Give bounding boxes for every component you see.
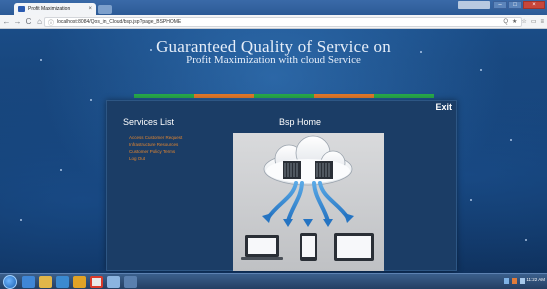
app2-icon[interactable]	[107, 276, 120, 288]
star-icon[interactable]: ☆	[521, 18, 526, 26]
zoom-icon[interactable]: Q	[503, 18, 508, 26]
content-panel: Exit Services List Access Customer Reque…	[106, 100, 457, 271]
menu-icon[interactable]: ≡	[540, 18, 544, 26]
menu-item-infrastructure-resources[interactable]: Infrastructure Resources	[129, 141, 182, 148]
divider-segment	[194, 94, 254, 98]
exit-link[interactable]: Exit	[435, 102, 452, 112]
tab-title: Profit Maximization	[28, 6, 71, 12]
divider-segment	[254, 94, 314, 98]
tab-close-icon[interactable]: ×	[88, 6, 92, 12]
maximize-button[interactable]: □	[508, 1, 522, 9]
alert-icon[interactable]	[512, 278, 517, 284]
sparkle	[470, 199, 472, 201]
services-menu: Access Customer Request Infrastructure R…	[129, 134, 182, 162]
favicon-icon	[18, 6, 25, 12]
back-icon[interactable]: ←	[2, 17, 11, 26]
sparkle	[525, 239, 527, 241]
browser-tab-bar: Profit Maximization × – □ ×	[0, 0, 547, 15]
page-background: Guaranteed Quality of Service on Profit …	[0, 29, 547, 273]
windows-taskbar: 11:22 AM	[0, 273, 547, 289]
extension-icon[interactable]: ▭	[531, 18, 537, 26]
services-list-heading: Services List	[123, 117, 175, 127]
system-tray	[504, 278, 525, 284]
sparkle	[60, 169, 62, 171]
color-divider	[134, 94, 434, 98]
toolbar-right-icons: Q ★ ☆ ▭ ≡	[503, 18, 544, 26]
cloud-computing-illustration	[233, 133, 384, 271]
browser-toolbar: ← → C ⌂ ⓘ localhost:8084/Qos_in_Cloud/bs…	[0, 15, 547, 29]
window-icon[interactable]	[124, 276, 137, 288]
window-controls: – □ ×	[458, 1, 545, 9]
sparkle	[20, 219, 22, 221]
divider-segment	[314, 94, 374, 98]
url-text[interactable]: localhost:8084/Qos_in_Cloud/bsp.jsp?page…	[57, 19, 181, 25]
new-tab-button[interactable]	[98, 5, 112, 14]
browser-tab[interactable]: Profit Maximization ×	[14, 3, 96, 15]
page-subtitle: Profit Maximization with cloud Service	[186, 54, 361, 66]
app-icon[interactable]	[73, 276, 86, 288]
sparkle	[480, 69, 482, 71]
menu-item-customer-policy-terms[interactable]: Customer Policy Terms	[129, 148, 182, 155]
profile-button[interactable]	[458, 1, 490, 9]
cloud-icon	[263, 135, 353, 186]
info-icon[interactable]: ⓘ	[48, 18, 54, 27]
divider-segment	[134, 94, 194, 98]
forward-icon[interactable]: →	[13, 17, 22, 26]
minimize-button[interactable]: –	[493, 1, 507, 9]
laptop-icon	[241, 235, 283, 260]
phone-icon	[300, 233, 317, 261]
network-arrows-icon	[266, 181, 350, 223]
menu-item-access-customer-request[interactable]: Access Customer Request	[129, 134, 182, 141]
close-window-button[interactable]: ×	[523, 1, 545, 9]
network-icon[interactable]	[504, 278, 509, 284]
media-icon[interactable]	[56, 276, 69, 288]
sparkle	[510, 139, 512, 141]
ie-icon[interactable]	[22, 276, 35, 288]
taskbar-clock[interactable]: 11:22 AM	[526, 277, 545, 282]
clock-time: 11:22 AM	[526, 277, 545, 282]
home-heading: Bsp Home	[279, 117, 322, 127]
menu-item-log-out[interactable]: Log Out	[129, 155, 182, 162]
reload-icon[interactable]: C	[24, 17, 33, 26]
cloud-illustration-svg	[241, 135, 374, 261]
chrome-icon[interactable]	[90, 276, 103, 288]
folder-icon[interactable]	[39, 276, 52, 288]
address-bar[interactable]: ⓘ localhost:8084/Qos_in_Cloud/bsp.jsp?pa…	[44, 17, 522, 27]
sparkle	[90, 99, 92, 101]
home-icon[interactable]: ⌂	[35, 17, 44, 26]
start-button[interactable]	[3, 275, 17, 289]
tablet-icon	[334, 233, 374, 261]
divider-segment	[374, 94, 434, 98]
bookmark-icon[interactable]: ★	[512, 18, 517, 26]
volume-icon[interactable]	[520, 278, 525, 284]
